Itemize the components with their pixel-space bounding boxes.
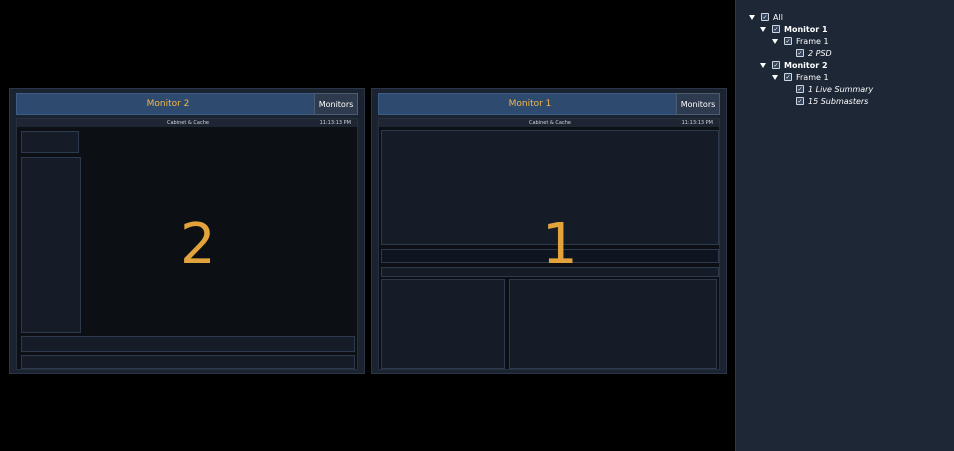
monitor-1-header[interactable]: Monitor 1 bbox=[378, 93, 682, 115]
monitor-2-panel: Monitor 2 Monitors Cabinet & Cache 11:13… bbox=[9, 88, 365, 374]
checkbox-icon[interactable]: ✓ bbox=[796, 49, 804, 57]
expand-icon[interactable] bbox=[760, 26, 766, 32]
expand-icon[interactable] bbox=[772, 38, 778, 44]
monitor-1-screen[interactable]: Cabinet & Cache 11:13:13 PM 1 bbox=[378, 118, 720, 370]
tree-node-label: 1 Live Summary bbox=[808, 84, 874, 94]
tree-node-label: Monitor 2 bbox=[784, 60, 828, 70]
tree-node-live-summary[interactable]: ✓ 1 Live Summary bbox=[796, 84, 873, 94]
checkbox-icon[interactable]: ✓ bbox=[796, 97, 804, 105]
monitors-button[interactable]: Monitors bbox=[676, 93, 720, 115]
screen-title: Cabinet & Cache bbox=[529, 120, 571, 126]
tree-node-label: 2 PSD bbox=[808, 48, 832, 58]
tree-node-label: Frame 1 bbox=[796, 72, 829, 82]
channel-list bbox=[21, 157, 81, 333]
monitor-2-header[interactable]: Monitor 2 bbox=[16, 93, 320, 115]
softkey-grid bbox=[381, 279, 505, 369]
checkbox-icon[interactable]: ✓ bbox=[784, 73, 792, 81]
monitor-number-label: 2 bbox=[180, 212, 216, 277]
monitors-button[interactable]: Monitors bbox=[314, 93, 358, 115]
expand-icon[interactable] bbox=[749, 14, 755, 20]
checkbox-icon[interactable]: ✓ bbox=[796, 85, 804, 93]
tree-node-monitor-2[interactable]: ✓ Monitor 2 bbox=[760, 60, 828, 70]
tree-node-submasters[interactable]: ✓ 15 Submasters bbox=[796, 96, 868, 106]
expand-icon[interactable] bbox=[772, 74, 778, 80]
expand-icon[interactable] bbox=[760, 62, 766, 68]
checkbox-icon[interactable]: ✓ bbox=[772, 61, 780, 69]
tree-node-label: 15 Submasters bbox=[808, 96, 869, 106]
tree-node-frame-1[interactable]: ✓ Frame 1 bbox=[772, 36, 829, 46]
checkbox-icon[interactable]: ✓ bbox=[772, 25, 780, 33]
tree-node-label: All bbox=[773, 12, 783, 22]
fader-strip bbox=[21, 336, 355, 352]
tree-node-frame-1[interactable]: ✓ Frame 1 bbox=[772, 72, 829, 82]
monitor-number-label: 1 bbox=[542, 212, 578, 277]
fixture-grid bbox=[21, 131, 79, 153]
screen-time: 11:13:13 PM bbox=[319, 120, 351, 126]
tree-node-psd[interactable]: ✓ 2 PSD bbox=[796, 48, 832, 58]
monitor-2-screen[interactable]: Cabinet & Cache 11:13:13 PM 2 bbox=[16, 118, 358, 370]
tree-node-label: Monitor 1 bbox=[784, 24, 828, 34]
tree-node-all[interactable]: ✓ All bbox=[749, 12, 783, 22]
tree-node-label: Frame 1 bbox=[796, 36, 829, 46]
file-browser bbox=[509, 279, 717, 369]
tree-node-monitor-1[interactable]: ✓ Monitor 1 bbox=[760, 24, 828, 34]
monitor-1-panel: Monitor 1 Monitors Cabinet & Cache 11:13… bbox=[371, 88, 727, 374]
playback-strip bbox=[21, 355, 355, 369]
checkbox-icon[interactable]: ✓ bbox=[761, 13, 769, 21]
monitor-tree-panel: ✓ All ✓ Monitor 1 ✓ Frame 1 ✓ 2 PSD ✓ Mo… bbox=[735, 0, 954, 451]
screen-title: Cabinet & Cache bbox=[167, 120, 209, 126]
screen-time: 11:13:13 PM bbox=[681, 120, 713, 126]
checkbox-icon[interactable]: ✓ bbox=[784, 37, 792, 45]
